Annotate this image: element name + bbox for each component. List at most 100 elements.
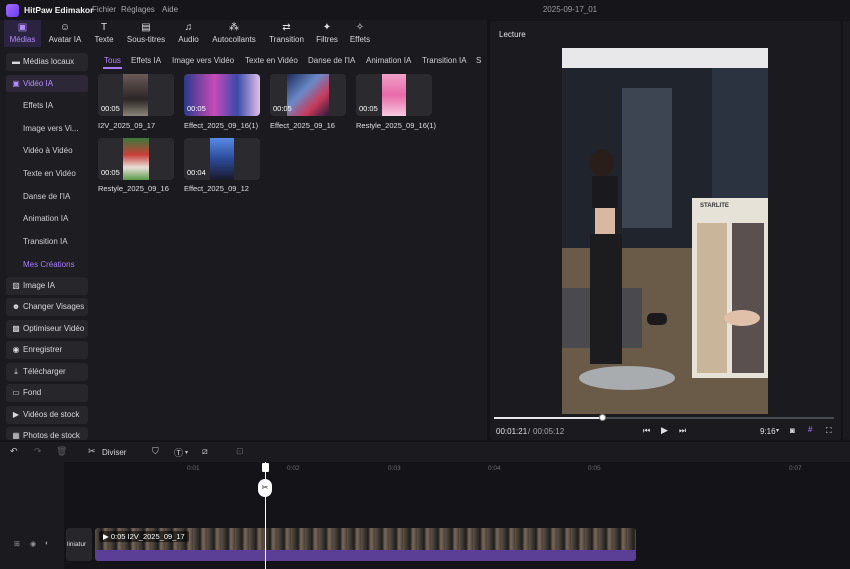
sidebar-item-background[interactable]: ▭ Fond — [6, 384, 88, 402]
sidebar-item-face-swap[interactable]: ☻ Changer Visages — [6, 298, 88, 316]
sidebar-item-stock-videos[interactable]: ▶ Vidéos de stock — [6, 406, 88, 424]
clip-label: ▶ 0:05 I2V_2025_09_17 — [99, 531, 189, 542]
playhead-split-icon[interactable]: ✂ — [258, 479, 272, 497]
tab-all[interactable]: Tous — [104, 56, 121, 65]
tool-avatar[interactable]: ☺ Avatar IA — [45, 20, 85, 47]
media-duration: 00:05 — [101, 168, 120, 177]
avatar-icon: ☺ — [59, 22, 71, 33]
sidebar-item-label: Télécharger — [23, 367, 66, 376]
tab-text-to-video[interactable]: Texte en Vidéo — [245, 56, 298, 65]
tool-text-label: Texte — [94, 35, 114, 44]
media-icon: ▣ — [17, 22, 28, 33]
media-card-effect-1[interactable]: 00:05 — [184, 74, 260, 116]
tool-filters[interactable]: ✦ Filtres — [313, 20, 341, 47]
tab-ai-dance[interactable]: Danse de l'IA — [308, 56, 355, 65]
playhead-handle[interactable] — [262, 463, 269, 472]
sidebar-item-ai-image[interactable]: ▨ Image IA — [6, 277, 88, 295]
split-icon[interactable]: ✂ — [88, 446, 96, 457]
timeline-ruler[interactable]: 0:01 0:02 0:03 0:04 0:05 0:07 — [64, 462, 850, 474]
menu-file[interactable]: Fichier — [92, 5, 116, 14]
menu-settings[interactable]: Réglages — [121, 5, 155, 14]
timeline-clip[interactable]: ▶ 0:05 I2V_2025_09_17 — [95, 528, 636, 561]
folder-icon: ▬ — [12, 57, 20, 66]
media-duration: 00:04 — [187, 168, 206, 177]
next-frame-icon[interactable]: ⏭ — [679, 426, 686, 436]
sidebar-item-record[interactable]: ◉ Enregistrer — [6, 341, 88, 359]
track-visibility-icon[interactable]: ⊞ — [14, 540, 20, 548]
image-icon: ▨ — [12, 281, 20, 290]
media-card-restyle-2[interactable]: 00:05 — [98, 138, 174, 180]
cover-thumbnail[interactable]: liniatur — [66, 528, 92, 561]
tab-ai-effects[interactable]: Effets IA — [131, 56, 161, 65]
sidebar-item-label: Image IA — [23, 281, 56, 290]
stock-video-icon: ▶ — [12, 410, 20, 419]
sidebar-item-label: Médias locaux — [23, 57, 75, 66]
redo-icon[interactable]: ↷ — [34, 446, 42, 457]
sidebar-sub-ai-dance[interactable]: Danse de l'IA — [23, 192, 70, 201]
tool-media[interactable]: ▣ Médias — [4, 20, 41, 47]
sidebar-item-label: Optimiseur Vidéo — [23, 324, 85, 333]
sidebar-item-local-media[interactable]: ▬ Médias locaux — [6, 53, 88, 71]
media-duration: 00:05 — [359, 104, 378, 113]
tool-media-label: Médias — [9, 35, 36, 44]
aspect-ratio-select[interactable]: 9:16 — [760, 427, 776, 436]
grid-icon[interactable]: # — [808, 425, 812, 434]
tool-audio[interactable]: ♫ Audio — [174, 20, 203, 47]
track-mute-icon[interactable]: ◐ — [45, 540, 49, 547]
freeze-frame-icon[interactable]: ⊡ — [236, 446, 244, 457]
media-card-effect-3[interactable]: 00:04 — [184, 138, 260, 180]
play-icon[interactable]: ▶ — [661, 425, 668, 436]
sidebar-sub-text-to-video[interactable]: Texte en Vidéo — [23, 169, 76, 178]
sidebar-sub-my-creations[interactable]: Mes Créations — [23, 260, 75, 269]
filters-icon: ✦ — [322, 22, 332, 33]
delete-icon[interactable]: 🗑 — [56, 446, 67, 457]
tab-more[interactable]: S — [476, 56, 481, 65]
stickers-icon: ⁂ — [229, 22, 239, 33]
audio-icon: ♫ — [184, 22, 193, 33]
sidebar-sub-video-to-video[interactable]: Vidéo à Vidéo — [23, 146, 73, 155]
tool-subtitles[interactable]: ▤ Sous-titres — [123, 20, 169, 47]
tab-active-indicator — [103, 67, 122, 69]
menu-help[interactable]: Aide — [162, 5, 178, 14]
tool-subtitles-label: Sous-titres — [126, 35, 166, 44]
media-card-effect-2[interactable]: 00:05 — [270, 74, 346, 116]
split-button[interactable]: Diviser — [102, 448, 126, 457]
sidebar-item-video-enhancer[interactable]: ▩ Optimiseur Vidéo — [6, 320, 88, 338]
undo-icon[interactable]: ↶ — [10, 446, 18, 457]
shield-icon[interactable]: ⛉ — [152, 446, 159, 457]
sidebar-sub-image-to-video[interactable]: Image vers Vi... — [23, 124, 78, 133]
sidebar-item-label: Fond — [23, 388, 42, 397]
tab-image-to-video[interactable]: Image vers Vidéo — [172, 56, 234, 65]
snapshot-icon[interactable]: ◙ — [790, 426, 795, 435]
title-bar: HitPaw Edimakor Fichier Réglages Aide 20… — [0, 0, 850, 20]
current-time: 00:01:21 — [496, 427, 528, 436]
tab-ai-transition[interactable]: Transition IA — [422, 56, 467, 65]
main-toolbar: ▣ Médias ☺ Avatar IA T Texte ▤ Sous-titr… — [0, 20, 487, 47]
media-thumbnail — [287, 74, 329, 116]
crop-icon[interactable]: ⧄ — [202, 446, 208, 457]
sidebar-item-ai-video[interactable]: ▣ Vidéo IA — [6, 75, 88, 93]
tool-text[interactable]: T Texte — [90, 20, 118, 47]
sidebar-sub-ai-animation[interactable]: Animation IA — [23, 214, 68, 223]
media-card-restyle-1[interactable]: 00:05 — [356, 74, 432, 116]
record-icon: ◉ — [12, 345, 20, 354]
sidebar-sub-ai-effects[interactable]: Effets IA — [23, 101, 53, 110]
scrubber-handle[interactable] — [598, 414, 606, 421]
fullscreen-icon[interactable]: ⛶ — [826, 426, 832, 436]
tool-stickers[interactable]: ⁂ Autocollants — [208, 20, 260, 47]
previous-frame-icon[interactable]: ⏮ — [643, 426, 650, 436]
sidebar-sub-ai-transition[interactable]: Transition IA — [23, 237, 68, 246]
track-eye-icon[interactable]: ◉ — [30, 540, 36, 548]
video-preview[interactable]: STARLITE — [562, 48, 768, 414]
tab-ai-animation[interactable]: Animation IA — [366, 56, 411, 65]
sidebar-item-stock-photos[interactable]: ▦ Photos de stock — [6, 427, 88, 440]
ruler-tick: 0:01 — [187, 465, 200, 472]
video-frame — [562, 48, 768, 414]
sidebar-item-download[interactable]: ⤓ Télécharger — [6, 363, 88, 381]
tool-effects[interactable]: ✧ Effets — [346, 20, 374, 47]
tool-transition[interactable]: ⇄ Transition — [265, 20, 308, 47]
media-card-i2v[interactable]: 00:05 — [98, 74, 174, 116]
text-icon: T — [100, 22, 108, 33]
text-tool-icon[interactable]: Ⓣ — [174, 446, 183, 459]
preview-title: Lecture — [499, 30, 526, 39]
